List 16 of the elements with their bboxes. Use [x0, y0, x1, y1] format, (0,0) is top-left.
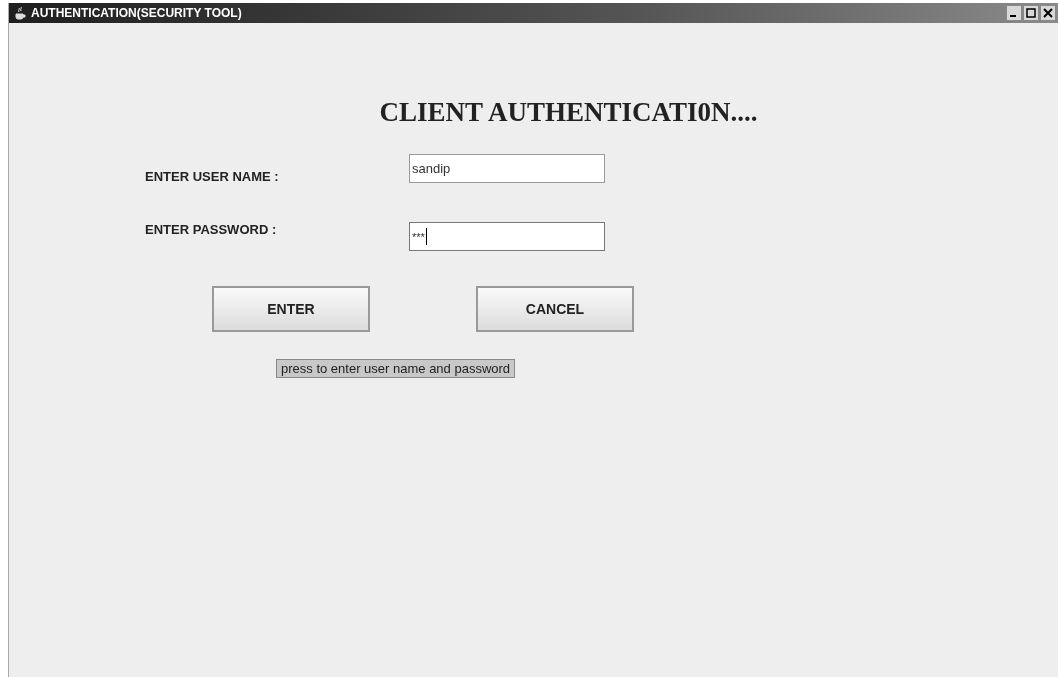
input-field[interactable]: sandip	[409, 154, 605, 183]
maximize-icon	[1026, 8, 1036, 18]
input-field[interactable]: ***	[409, 222, 605, 251]
minimize-button[interactable]	[1006, 5, 1022, 21]
field-label: ENTER PASSWORD :	[145, 222, 278, 237]
tooltip: press to enter user name and password	[276, 359, 516, 378]
close-icon	[1043, 8, 1053, 18]
window-title: AUTHENTICATION(SECURITY TOOL)	[31, 6, 242, 20]
heading: CLIENT AUTHENTICATI0N....	[378, 97, 759, 128]
push-button[interactable]: CANCEL	[476, 286, 634, 332]
push-button[interactable]: ENTER	[212, 286, 370, 332]
cup-icon	[13, 6, 27, 20]
field-label: ENTER USER NAME :	[145, 169, 280, 184]
close-button[interactable]	[1040, 5, 1056, 21]
minimize-icon	[1010, 15, 1016, 17]
maximize-button[interactable]	[1023, 5, 1039, 21]
